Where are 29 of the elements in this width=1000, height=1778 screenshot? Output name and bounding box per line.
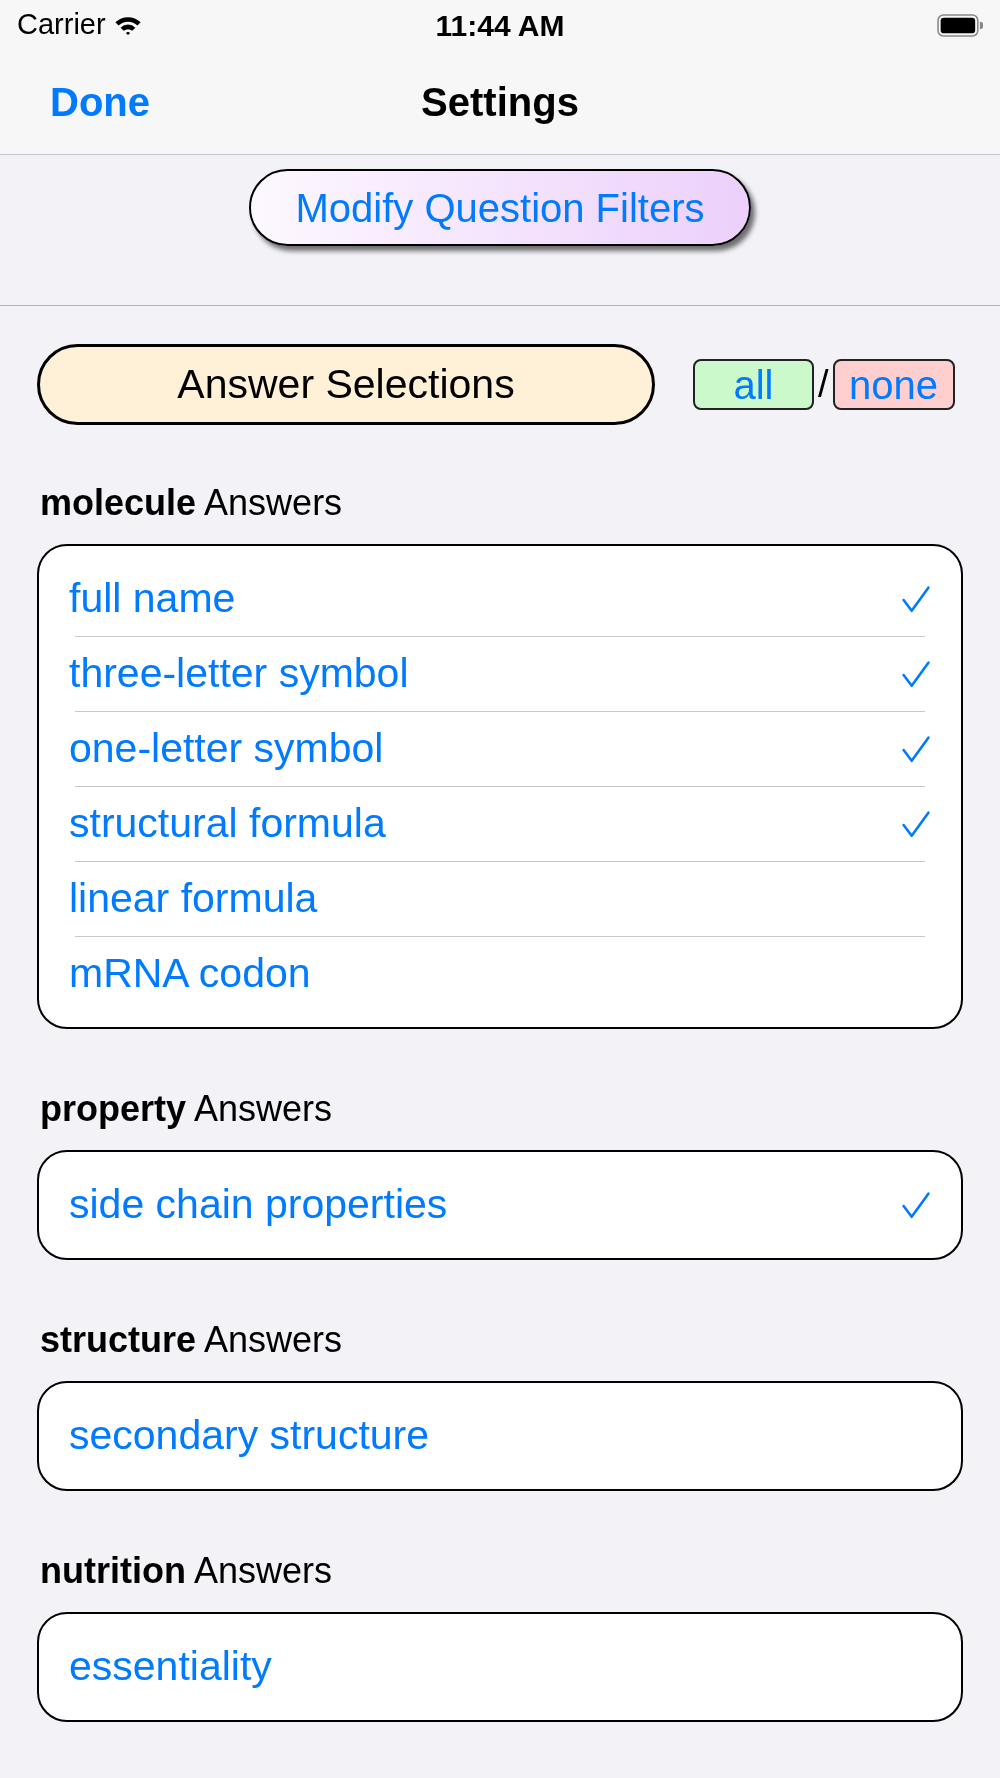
slash-separator: /: [818, 362, 829, 407]
section-heading: nutrition Answers: [40, 1551, 333, 1591]
modify-filters-button[interactable]: Modify Question Filters: [249, 169, 751, 246]
carrier-label: Carrier: [17, 7, 106, 43]
answer-option[interactable]: essentiality: [39, 1630, 961, 1704]
status-time: 11:44 AM: [435, 7, 565, 44]
done-button[interactable]: Done: [50, 72, 150, 132]
checkmark-icon: [902, 1191, 930, 1219]
answer-option[interactable]: mRNA codon: [39, 937, 961, 1011]
answer-option[interactable]: three-letter symbol: [39, 637, 961, 711]
section-heading: property Answers: [40, 1089, 334, 1129]
select-all-button[interactable]: all: [693, 359, 814, 410]
wifi-icon: [113, 15, 142, 35]
answer-option[interactable]: secondary structure: [39, 1399, 961, 1473]
section-heading: molecule Answers: [40, 483, 344, 523]
checkmark-icon: [902, 660, 930, 688]
checkmark-icon: [902, 810, 930, 838]
answer-option[interactable]: linear formula: [39, 862, 961, 936]
checkmark-icon: [902, 735, 930, 763]
checkmark-icon: [902, 585, 930, 613]
battery-icon: [937, 13, 983, 37]
nav-title: Settings: [421, 79, 579, 126]
answer-selections-button[interactable]: Answer Selections: [37, 344, 655, 425]
answer-option[interactable]: side chain properties: [39, 1168, 961, 1242]
answer-option[interactable]: structural formula: [39, 787, 961, 861]
select-none-button[interactable]: none: [832, 359, 955, 410]
answer-option[interactable]: one-letter symbol: [39, 712, 961, 786]
answer-option[interactable]: full name: [39, 562, 961, 636]
section-heading: structure Answers: [40, 1320, 344, 1360]
